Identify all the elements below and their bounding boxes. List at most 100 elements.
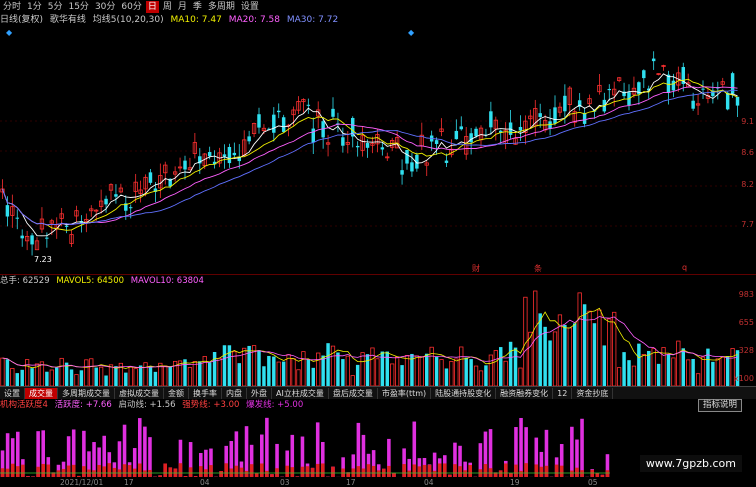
- ma-group[interactable]: 均线5(10,20,30): [93, 15, 164, 25]
- volume-bar: [272, 356, 276, 386]
- candle-body: [272, 114, 276, 133]
- period-11[interactable]: 设置: [239, 1, 261, 13]
- indicator-base-bar: [539, 466, 544, 477]
- period-3[interactable]: 15分: [66, 1, 90, 13]
- volume-bar: [538, 313, 542, 386]
- chart-mode[interactable]: 日线(复权): [0, 15, 43, 25]
- indicator-info-line: 机构活跃度4 活跃度: +7.66 启动线: +1.56 强势线: +3.00 …: [0, 400, 303, 411]
- tab-0[interactable]: 设置: [0, 387, 25, 399]
- indicator-base-bar: [285, 465, 289, 477]
- ma30-line: [2, 89, 738, 226]
- tab-4[interactable]: 金额: [164, 387, 189, 399]
- indicator-base-bar: [554, 464, 559, 477]
- indicator-title: 机构活跃度4: [0, 400, 48, 410]
- tab-2[interactable]: 多周期成交量: [58, 387, 115, 399]
- event-marker-tiao[interactable]: 条: [534, 263, 542, 274]
- period-10[interactable]: 多周期: [206, 1, 237, 13]
- period-5[interactable]: 60分: [119, 1, 143, 13]
- period-2[interactable]: 5分: [46, 1, 65, 13]
- indicator-base-bar: [209, 465, 213, 477]
- volume-bar: [552, 331, 558, 386]
- volume-bar: [518, 367, 523, 386]
- period-8[interactable]: 月: [176, 1, 189, 13]
- event-marker-q[interactable]: q: [682, 263, 687, 272]
- volume-bar: [49, 369, 54, 386]
- indicator-base-bar: [366, 464, 371, 477]
- tab-13[interactable]: 12: [553, 387, 573, 399]
- volume-bar: [15, 373, 19, 386]
- tab-10[interactable]: 市盈率(ttm): [378, 387, 432, 399]
- candle-body: [355, 145, 360, 148]
- volume-chart[interactable]: [0, 286, 740, 386]
- date-label-4: 03: [280, 478, 290, 487]
- tab-11[interactable]: 陆股通持股变化: [431, 387, 497, 399]
- indicator-bar: [570, 426, 574, 477]
- period-1[interactable]: 1分: [25, 1, 44, 13]
- tab-14[interactable]: 资金抄底: [572, 387, 614, 399]
- indicator-base-bar: [575, 467, 579, 477]
- candle-body: [642, 70, 646, 79]
- candle-body: [489, 111, 493, 128]
- candle-body: [232, 152, 237, 156]
- volume-bar: [148, 366, 153, 386]
- diamond-marker-right: ◆: [408, 28, 415, 37]
- price-axis-label-1: 9.1: [741, 117, 754, 126]
- volume-bar: [563, 324, 567, 386]
- candle-body: [104, 198, 108, 205]
- indicator-help-button[interactable]: 指标说明: [697, 399, 742, 412]
- volume-bar: [237, 363, 241, 386]
- indicator-base-bar: [158, 475, 162, 477]
- tab-5[interactable]: 换手率: [189, 387, 222, 399]
- tab-3[interactable]: 虚拟成交量: [115, 387, 164, 399]
- candle-body: [222, 154, 227, 157]
- volume-bar: [380, 351, 385, 386]
- indicator-bar: [265, 417, 269, 477]
- tab-8[interactable]: AI立柱成交量: [272, 387, 329, 399]
- volume-bar: [444, 368, 449, 386]
- candle-body: [30, 235, 34, 245]
- volume-bar: [59, 357, 64, 386]
- volume-bar: [390, 363, 395, 386]
- indicator-bar: [519, 417, 523, 477]
- tab-12[interactable]: 融资融券变化: [496, 387, 554, 399]
- tab-6[interactable]: 内盘: [222, 387, 247, 399]
- indicator-tab-bar: 设置 成交量 多周期成交量 虚拟成交量 金额 换手率 内盘 外盘 AI立柱成交量 盘后成交量 市盈率…: [0, 386, 756, 399]
- volume-bar: [612, 311, 617, 386]
- tab-9[interactable]: 盘后成交量: [329, 387, 378, 399]
- tab-1[interactable]: 成交量: [25, 387, 58, 399]
- volume-bar: [641, 354, 646, 386]
- indicator-base-bar: [504, 463, 508, 477]
- indicator-base-bar: [224, 463, 228, 477]
- period-0[interactable]: 分时: [1, 1, 23, 13]
- volume-bar: [700, 356, 706, 386]
- volume-bar: [414, 355, 419, 386]
- ma20-value: MA20: 7.58: [228, 15, 280, 25]
- volume-bar: [637, 343, 641, 386]
- tab-7[interactable]: 外盘: [247, 387, 272, 399]
- volume-bar: [281, 361, 286, 386]
- volume-bar: [370, 347, 375, 386]
- indicator-base-bar: [371, 465, 376, 477]
- candlestick-chart[interactable]: [0, 26, 740, 274]
- volume-bar: [691, 358, 695, 386]
- period-7[interactable]: 周: [161, 1, 174, 13]
- indicator-base-bar: [437, 463, 442, 477]
- volume-bar: [153, 371, 158, 386]
- period-9[interactable]: 季: [191, 1, 204, 13]
- indicator-base-bar: [265, 470, 269, 477]
- indicator-base-bar: [448, 474, 452, 477]
- indicator-base-bar: [570, 470, 574, 477]
- indicator-base-bar: [468, 465, 472, 477]
- indicator-base-bar: [488, 468, 493, 477]
- period-6[interactable]: 日: [145, 0, 159, 13]
- volume-bar: [473, 365, 479, 386]
- candle-body: [247, 136, 251, 142]
- event-marker-cai[interactable]: 财: [472, 263, 480, 274]
- volume-bar: [262, 366, 266, 386]
- volume-bar: [55, 367, 59, 386]
- volume-bar: [395, 356, 400, 386]
- period-4[interactable]: 30分: [93, 1, 117, 13]
- candle-body: [311, 128, 315, 143]
- indicator-base-bar: [122, 464, 127, 477]
- indicator-chart[interactable]: [0, 411, 610, 479]
